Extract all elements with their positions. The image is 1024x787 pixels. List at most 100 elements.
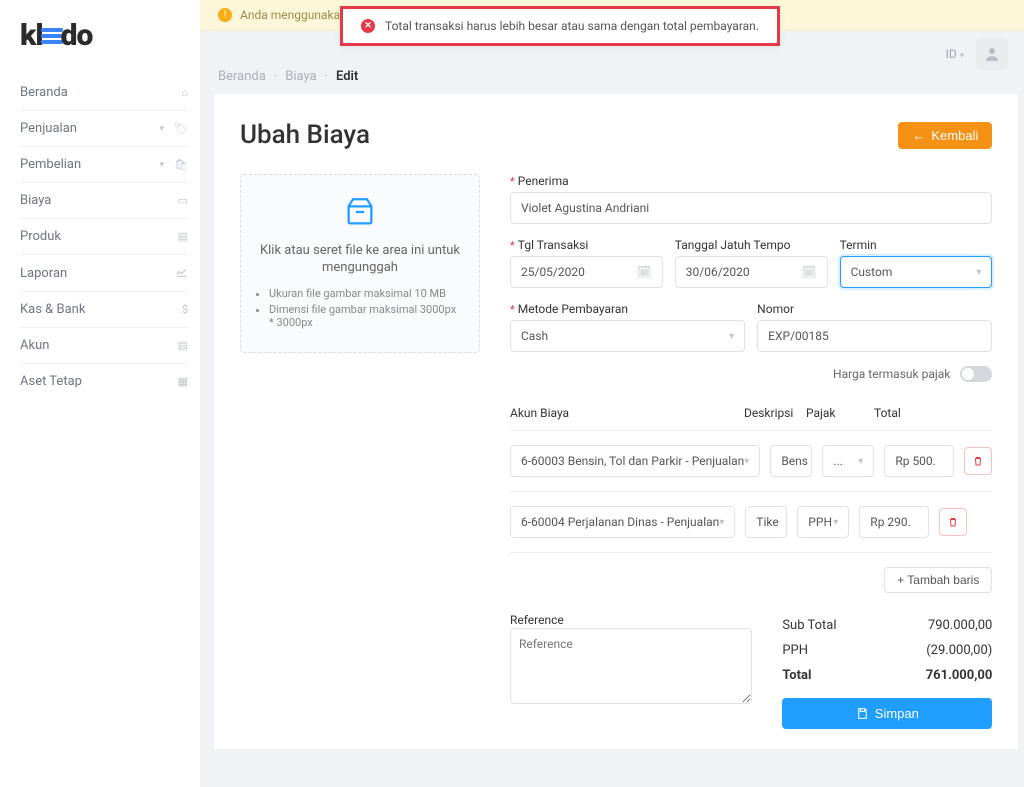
line-header: Akun Biaya Deskripsi Pajak Total	[510, 396, 992, 431]
line-akun-select[interactable]: 6-60004 Perjalanan Dinas - Penjualan▾	[510, 506, 735, 538]
trash-icon	[947, 516, 959, 528]
pph-value: (29.000,00)	[926, 643, 992, 658]
sidebar-item-beranda[interactable]: Beranda ⌂	[20, 75, 188, 111]
card: Ubah Biaya ← Kembali Klik atau seret fil…	[214, 94, 1018, 749]
back-button[interactable]: ← Kembali	[898, 122, 992, 149]
card-icon: ▭	[178, 194, 188, 207]
sidebar-item-aset-tetap[interactable]: Aset Tetap ▦	[20, 364, 188, 399]
total-label: Total	[782, 668, 811, 683]
tag-icon: 🏷	[174, 122, 188, 135]
chart-icon	[175, 265, 188, 281]
save-icon	[856, 707, 869, 720]
sidebar-item-pembelian[interactable]: Pembelian ▾ 🛍	[20, 147, 188, 183]
home-icon: ⌂	[181, 86, 188, 99]
subtotal-value: 790.000,00	[928, 618, 992, 633]
error-icon: ✕	[361, 19, 375, 33]
list-icon: ▤	[178, 339, 188, 352]
warning-icon: !	[218, 8, 232, 22]
metode-select[interactable]: Cash▾	[510, 320, 745, 352]
breadcrumb-home[interactable]: Beranda	[218, 69, 266, 84]
sidebar-item-label: Akun	[20, 338, 178, 353]
building-icon: ▦	[178, 375, 188, 388]
delete-line-button[interactable]	[939, 508, 967, 536]
termin-label: Termin	[840, 238, 993, 252]
dollar-icon: $	[182, 303, 188, 316]
sidebar-item-laporan[interactable]: Laporan	[20, 255, 188, 292]
chevron-down-icon: ▾	[729, 331, 734, 342]
sidebar-item-label: Beranda	[20, 85, 181, 100]
sidebar-item-label: Kas & Bank	[20, 302, 182, 317]
nomor-label: Nomor	[757, 302, 992, 316]
gift-icon: ▤	[178, 230, 188, 243]
sidebar-item-label: Laporan	[20, 266, 175, 281]
delete-line-button[interactable]	[964, 447, 992, 475]
nomor-input[interactable]: EXP/00185	[757, 320, 992, 352]
user-icon	[983, 45, 1001, 63]
upload-title: Klik atau seret file ke area ini untuk m…	[257, 243, 463, 277]
line-item: 6-60003 Bensin, Tol dan Parkir - Penjual…	[510, 431, 992, 492]
col-total: Total	[874, 406, 950, 420]
tax-toggle-switch[interactable]	[960, 366, 992, 382]
locale-selector[interactable]: ID ▾	[946, 47, 965, 61]
sidebar-item-label: Produk	[20, 229, 178, 244]
save-button[interactable]: Simpan	[782, 698, 992, 729]
chevron-down-icon: ▾	[744, 456, 749, 467]
reference-label: Reference	[510, 613, 564, 627]
sidebar: kl do Beranda ⌂ Penjualan ▾ 🏷 Pembelian ▾…	[0, 0, 200, 787]
trash-icon	[972, 455, 984, 467]
tax-toggle-label: Harga termasuk pajak	[833, 367, 950, 381]
line-item: 6-60004 Perjalanan Dinas - Penjualan▾ Ti…	[510, 492, 992, 553]
tgl-jatuh-label: Tanggal Jatuh Tempo	[675, 238, 828, 252]
add-row-button[interactable]: + Tambah baris	[884, 567, 992, 593]
sidebar-item-akun[interactable]: Akun ▤	[20, 328, 188, 364]
chevron-down-icon: ▾	[833, 517, 838, 528]
upload-hint: Ukuran file gambar maksimal 10 MB	[269, 287, 463, 300]
tgl-transaksi-input[interactable]: 25/05/2020🗓	[510, 256, 663, 288]
topbar-right: ID ▾	[946, 38, 1009, 70]
inbox-icon	[257, 195, 463, 233]
termin-select[interactable]: Custom▾	[840, 256, 993, 288]
sidebar-item-label: Aset Tetap	[20, 374, 178, 389]
arrow-left-icon: ←	[912, 128, 925, 143]
line-total-input[interactable]: Rp 290.	[859, 506, 929, 538]
page-title: Ubah Biaya	[240, 120, 370, 150]
col-akun: Akun Biaya	[510, 406, 732, 420]
chevron-down-icon: ▾	[160, 160, 165, 170]
subtotal-label: Sub Total	[782, 618, 836, 633]
avatar[interactable]	[976, 38, 1008, 70]
content: Ubah Biaya ← Kembali Klik atau seret fil…	[200, 94, 1024, 787]
total-value: 761.000,00	[926, 668, 993, 683]
line-pajak-select[interactable]: ...▾	[822, 445, 874, 477]
sidebar-item-label: Pembelian	[20, 157, 160, 172]
col-desk: Deskripsi	[744, 406, 800, 420]
error-toast: ✕ Total transaksi harus lebih besar atau…	[340, 6, 780, 46]
tgl-transaksi-label: Tgl Transaksi	[510, 238, 663, 252]
reference-textarea[interactable]	[510, 628, 752, 704]
logo[interactable]: kl do	[20, 18, 188, 53]
col-pajak: Pajak	[806, 406, 862, 420]
line-total-input[interactable]: Rp 500.	[884, 445, 954, 477]
line-desk-input[interactable]: Tike	[745, 506, 787, 538]
upload-dropzone[interactable]: Klik atau seret file ke area ini untuk m…	[240, 174, 480, 353]
chevron-down-icon: ▾	[160, 124, 165, 134]
sidebar-item-kas-bank[interactable]: Kas & Bank $	[20, 292, 188, 328]
upload-hint: Dimensi file gambar maksimal 3000px * 30…	[269, 303, 463, 329]
bag-icon: 🛍	[174, 158, 188, 171]
sidebar-item-biaya[interactable]: Biaya ▭	[20, 183, 188, 219]
sidebar-item-label: Penjualan	[20, 121, 160, 136]
sidebar-item-produk[interactable]: Produk ▤	[20, 219, 188, 255]
tgl-jatuh-input[interactable]: 30/06/2020🗓	[675, 256, 828, 288]
line-pajak-select[interactable]: PPH▾	[797, 506, 849, 538]
line-desk-input[interactable]: Bens	[770, 445, 812, 477]
breadcrumb-section[interactable]: Biaya	[285, 69, 316, 84]
totals: Sub Total790.000,00 PPH(29.000,00) Total…	[782, 613, 992, 729]
save-button-label: Simpan	[875, 706, 919, 721]
back-button-label: Kembali	[931, 128, 978, 143]
form: Penerima Violet Agustina Andriani Tgl Tr…	[510, 174, 992, 729]
logo-stripe-icon	[41, 26, 63, 46]
line-akun-select[interactable]: 6-60003 Bensin, Tol dan Parkir - Penjual…	[510, 445, 760, 477]
penerima-input[interactable]: Violet Agustina Andriani	[510, 192, 992, 224]
sidebar-item-penjualan[interactable]: Penjualan ▾ 🏷	[20, 111, 188, 147]
sidebar-item-label: Biaya	[20, 193, 178, 208]
chevron-down-icon: ▾	[719, 517, 724, 528]
